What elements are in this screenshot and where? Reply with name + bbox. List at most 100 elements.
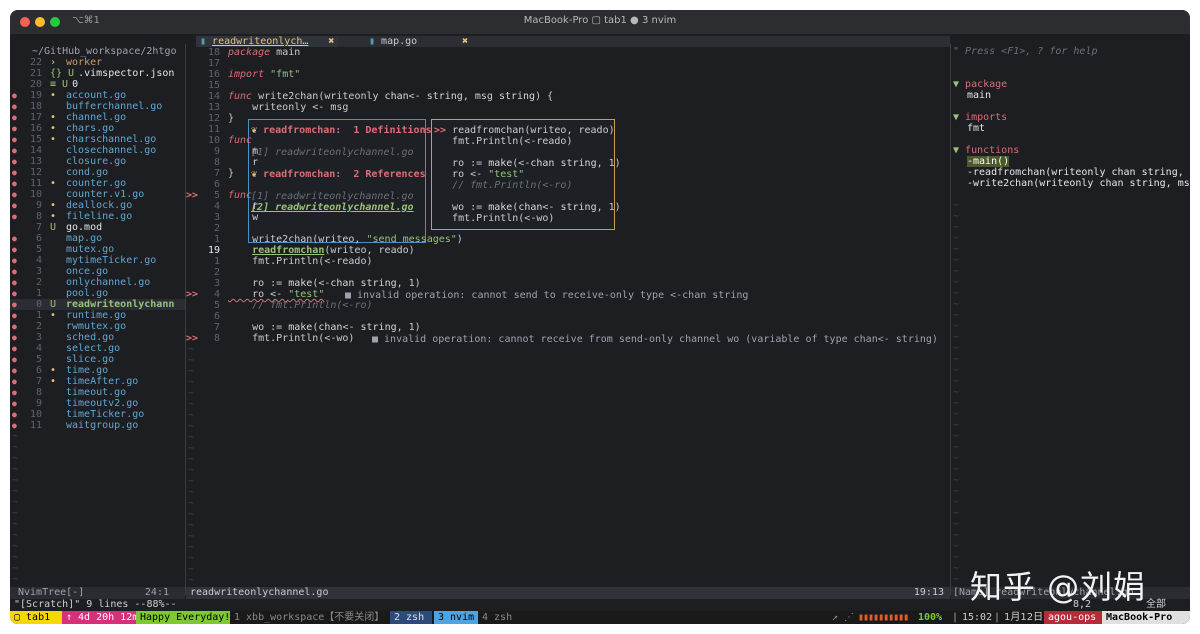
tmux-window-4[interactable]: 4 zsh [482, 611, 512, 624]
relative-line-number: 10 [29, 189, 42, 200]
relative-line-number: 14 [29, 145, 42, 156]
tree-item[interactable]: ● 9 timeoutv2.go [10, 398, 185, 409]
tree-item[interactable]: ● 8 timeout.go [10, 387, 185, 398]
tagbar-item[interactable]: -readfromchan(writeonly chan string, [967, 167, 1184, 178]
tree-item[interactable]: ● 5 mutex.go [10, 244, 185, 255]
code-line[interactable]: 1 write2chan(writeo, "send messages") [186, 234, 950, 245]
tmux-session[interactable]: ▢ tab1 [10, 611, 62, 624]
tree-item[interactable]: ● 5 slice.go [10, 354, 185, 365]
tmux-window-3[interactable]: 3 nvim [434, 611, 478, 624]
code-line[interactable]: 19 readfromchan(writeo, reado) [186, 245, 950, 256]
tree-item[interactable]: ● 1 pool.go [10, 288, 185, 299]
tree-item[interactable]: ● 10 counter.v1.go [10, 189, 185, 200]
error-sign-icon: ● [12, 322, 17, 331]
code-line[interactable]: 3 ro := make(<-chan string, 1) [186, 278, 950, 289]
tagbar-item[interactable]: main [967, 90, 991, 101]
tree-item[interactable]: ● 9 • deallock.go [10, 200, 185, 211]
code-line[interactable]: 6 [186, 179, 950, 190]
code-line[interactable]: >> 5 func [186, 190, 950, 201]
code-line[interactable]: >> 8 fmt.Println(<-wo) [186, 333, 950, 344]
tagbar-group[interactable]: ▼ functions [953, 145, 1019, 156]
code-line[interactable]: 12} [186, 113, 950, 124]
tilde-marker: ~ [188, 443, 195, 454]
tree-item-name: sched.go [66, 332, 115, 343]
tree-item[interactable]: ● 3 once.go [10, 266, 185, 277]
tab-map-go[interactable]: ▮ map.go ✖ [365, 36, 472, 47]
code-line[interactable]: 9 m [186, 146, 950, 157]
tree-item[interactable]: ● 15 • charschannel.go [10, 134, 185, 145]
tagbar-group-label: package [965, 79, 1008, 90]
tree-item[interactable]: ● 10 timeTicker.go [10, 409, 185, 420]
tree-item[interactable]: ● 12 cond.go [10, 167, 185, 178]
close-tab-icon[interactable]: ✖ [328, 36, 334, 47]
code-line[interactable]: 5 // fmt.Println(<-ro) [186, 300, 950, 311]
tree-item[interactable]: ● 18 bufferchannel.go [10, 101, 185, 112]
tagbar-item[interactable]: -write2chan(writeonly chan string, ms [967, 178, 1190, 189]
tree-item[interactable]: ● 2 onlychannel.go [10, 277, 185, 288]
tree-item[interactable]: 7 Ugo.mod [10, 222, 185, 233]
tagbar-item-label: main [967, 90, 992, 101]
error-sign-icon: ● [12, 168, 17, 177]
tree-item[interactable]: ● 7 • timeAfter.go [10, 376, 185, 387]
code-text: import "fmt" [228, 69, 301, 80]
tree-item[interactable]: ● 19 • account.go [10, 90, 185, 101]
tilde-marker: ~ [12, 431, 19, 442]
tagbar-item[interactable]: -main() [967, 156, 1010, 167]
code-line[interactable]: 7 wo := make(chan<- string, 1) [186, 322, 950, 333]
code-line[interactable]: 18 package main [186, 47, 950, 58]
code-line[interactable]: 8 r [186, 157, 950, 168]
code-line[interactable]: 11 [186, 124, 950, 135]
code-line[interactable]: 17 [186, 58, 950, 69]
tab-readwriteonlychannel[interactable]: ▮ readwriteonlych… ✖ [196, 36, 339, 47]
tree-item[interactable]: ● 2 rwmutex.go [10, 321, 185, 332]
tmux-window-1[interactable]: 1 xbb_workspace【不要关闭】 [234, 611, 384, 624]
code-line[interactable]: 1 fmt.Println(<-reado) [186, 256, 950, 267]
tilde-marker: ~ [953, 508, 960, 519]
tagbar-group-label: imports [965, 112, 1008, 123]
tree-item[interactable]: ● 11 waitgroup.go [10, 420, 185, 431]
code-line[interactable]: 14 func write2chan(writeonly chan<- strin… [186, 91, 950, 102]
tree-item[interactable]: ● 11 • counter.go [10, 178, 185, 189]
tree-item[interactable]: ● 13 closure.go [10, 156, 185, 167]
tree-item[interactable]: 22 › worker [10, 57, 185, 68]
tree-item[interactable]: ● 0 Ureadwriteonlychann [10, 299, 185, 310]
code-line[interactable]: 2 [186, 223, 950, 234]
tree-item[interactable]: ● 1 • runtime.go [10, 310, 185, 321]
code-line[interactable]: 3 w [186, 212, 950, 223]
code-line[interactable]: 13 writeonly <- msg [186, 102, 950, 113]
code-line[interactable]: 7} [186, 168, 950, 179]
tmux-window-2[interactable]: 2 zsh [390, 611, 432, 624]
code-text: m [228, 146, 259, 157]
tree-item[interactable]: ● 8 • fileline.go [10, 211, 185, 222]
code-line[interactable]: 4 r [186, 201, 950, 212]
relative-line-number: 7 [35, 222, 42, 233]
tree-item[interactable]: ● 14 closechannel.go [10, 145, 185, 156]
relative-line-number: 5 [35, 244, 42, 255]
tree-item[interactable]: ● 6 map.go [10, 233, 185, 244]
code-line[interactable]: >> 4 ro <- "test" [186, 289, 950, 300]
tagbar-item[interactable]: fmt [967, 123, 985, 134]
error-sign-icon: ● [12, 245, 17, 254]
tree-item[interactable]: ● 3 sched.go [10, 332, 185, 343]
watermark: 知乎 @刘娟 [970, 568, 1147, 606]
tree-item[interactable]: ● 17 • channel.go [10, 112, 185, 123]
tree-item[interactable]: ● 6 • time.go [10, 365, 185, 376]
code-line[interactable]: 15 [186, 80, 950, 91]
line-number: 18 [207, 47, 220, 58]
code-line[interactable]: 10 func [186, 135, 950, 146]
tagbar-group[interactable]: ▼ imports [953, 112, 1007, 123]
code-line[interactable]: 2 [186, 267, 950, 278]
tree-item[interactable]: ● 4 select.go [10, 343, 185, 354]
code-line[interactable]: 16 import "fmt" [186, 69, 950, 80]
code-line[interactable]: 6 [186, 311, 950, 322]
tree-item[interactable]: 20 ≡ U0 [10, 79, 185, 90]
close-tab-icon[interactable]: ✖ [462, 36, 468, 47]
tree-item[interactable]: 21 {} U .vimspector.json [10, 68, 185, 79]
tagbar-group[interactable]: ▼ package [953, 79, 1007, 90]
tree-item[interactable]: ● 16 • chars.go [10, 123, 185, 134]
tilde-marker: ~ [953, 310, 960, 321]
relative-line-number: 0 [35, 299, 42, 310]
line-number: 6 [213, 179, 220, 190]
tmux-time: 15:02 [962, 612, 993, 623]
tree-item[interactable]: ● 4 mytimeTicker.go [10, 255, 185, 266]
